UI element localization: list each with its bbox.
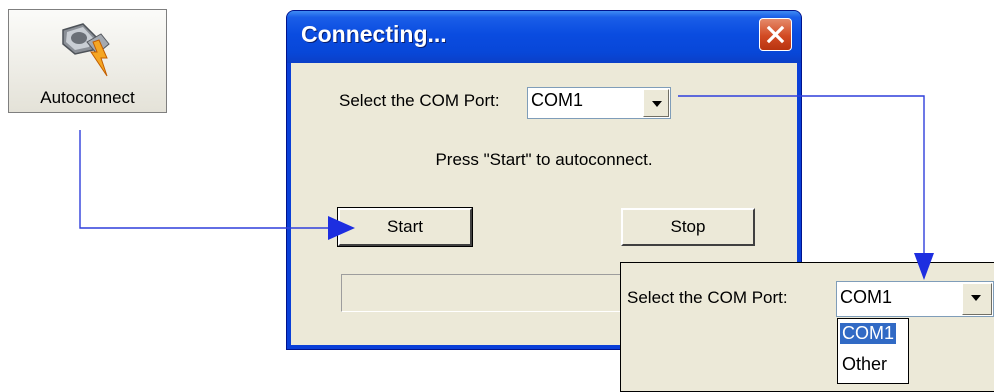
arrow-head-start — [328, 216, 355, 240]
arrow-autoconnect-to-start — [79, 130, 346, 229]
callout-arrows — [79, 95, 934, 280]
arrow-select-to-inset — [678, 95, 925, 256]
arrow-head-inset — [914, 253, 934, 280]
